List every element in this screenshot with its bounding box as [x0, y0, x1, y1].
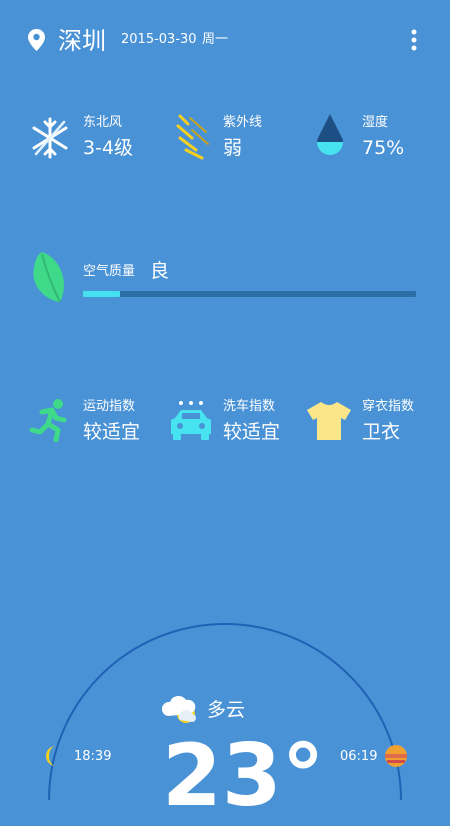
carwash-index-value: 较适宜 — [223, 421, 281, 443]
uv-rays-icon — [176, 114, 209, 160]
snowflake-wind-icon — [32, 117, 68, 159]
city-name[interactable]: 深圳 — [58, 26, 106, 56]
running-person-icon — [29, 399, 67, 442]
sun-icon — [385, 745, 407, 767]
dressing-index-label: 穿衣指数 — [362, 399, 415, 414]
water-drop-icon — [317, 114, 343, 155]
wind-label: 东北风 — [83, 115, 123, 130]
air-quality-label: 空气质量 — [83, 264, 136, 279]
current-temperature: 23° — [162, 726, 325, 826]
date-text: 2015-03-30 — [121, 32, 197, 47]
location-pin-icon — [28, 29, 45, 51]
humidity-label: 湿度 — [362, 115, 389, 130]
wind-value: 3-4级 — [83, 137, 134, 159]
air-quality-value: 良 — [150, 260, 170, 282]
air-quality-bar-fill — [83, 291, 120, 297]
carwash-index-label: 洗车指数 — [223, 399, 276, 414]
sunrise-time: 06:19 — [340, 749, 378, 764]
uv-label: 紫外线 — [223, 115, 263, 130]
leaf-icon — [33, 252, 64, 303]
sport-index-value: 较适宜 — [83, 421, 141, 443]
tshirt-icon — [307, 402, 351, 440]
weather-condition: 多云 — [207, 699, 246, 721]
uv-value: 弱 — [223, 137, 243, 159]
more-options-icon[interactable] — [404, 28, 424, 52]
dressing-index-value: 卫衣 — [362, 421, 401, 443]
air-quality-bar — [83, 291, 416, 297]
moonrise-time: 18:39 — [74, 749, 112, 764]
moon-icon — [46, 746, 56, 766]
car-rain-icon — [171, 401, 211, 440]
humidity-value: 75% — [362, 137, 405, 159]
weekday-text: 周一 — [202, 32, 229, 47]
cloudy-icon — [161, 695, 196, 723]
sport-index-label: 运动指数 — [83, 399, 136, 414]
